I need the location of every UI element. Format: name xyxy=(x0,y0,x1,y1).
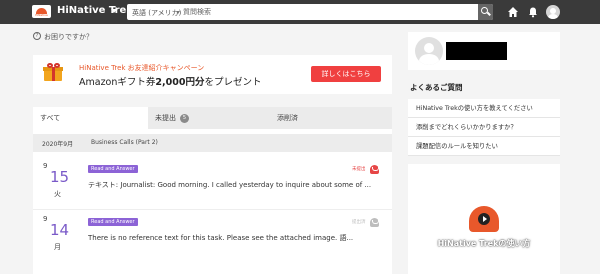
home-icon[interactable] xyxy=(507,6,519,18)
status-label: 提出済 xyxy=(352,220,366,225)
brand-dropdown-icon[interactable] xyxy=(111,9,117,13)
faq-heading: よくあるご質問 xyxy=(410,83,463,92)
item-month: 9 xyxy=(43,162,48,170)
faq-item[interactable]: HiNative Trekの使い方を教えてください xyxy=(408,99,560,118)
status-label: 未提出 xyxy=(352,167,366,172)
banner-subtitle: Amazonギフト券2,000円分をプレゼント xyxy=(79,77,262,88)
search-bar: 英語 (アメリカ) xyxy=(127,4,493,20)
gift-icon xyxy=(43,63,63,81)
tutorial-video[interactable]: HiNative Trekの使い方 xyxy=(408,164,560,274)
task-tabs: すべて 未提出 5 添削済 xyxy=(33,107,392,129)
item-weekday: 火 xyxy=(54,190,61,198)
unsubmitted-count-badge: 5 xyxy=(180,114,189,123)
faq-list: HiNative Trekの使い方を教えてください 添削までどれくらいかかります… xyxy=(408,99,560,156)
item-day: 14 xyxy=(50,221,70,239)
task-item[interactable]: 9 15 火 Read and Answer テキスト: Journalist:… xyxy=(33,159,392,206)
status-icon xyxy=(370,218,379,227)
redacted-username xyxy=(446,42,507,60)
chevron-down-icon[interactable] xyxy=(176,11,180,14)
divider xyxy=(33,209,392,210)
task-item[interactable]: 9 14 月 Read and Answer There is no refer… xyxy=(33,212,392,259)
item-day: 15 xyxy=(50,168,70,186)
play-icon[interactable] xyxy=(469,206,499,234)
month-header: 2020年9月 Business Calls (Part 2) xyxy=(33,134,392,152)
faq-item[interactable]: 課題配信のルールを知りたい xyxy=(408,137,560,156)
tab-corrected[interactable]: 添削済 xyxy=(270,107,392,129)
month-label: 2020年9月 xyxy=(42,141,74,148)
brand-name[interactable]: HiNative Trek xyxy=(57,5,133,16)
course-title: Business Calls (Part 2) xyxy=(91,139,158,146)
tab-all[interactable]: すべて xyxy=(33,107,148,129)
faq-item[interactable]: 添削までどれくらいかかりますか？ xyxy=(408,118,560,137)
user-avatar[interactable] xyxy=(546,5,560,19)
help-link[interactable]: お困りですか？ xyxy=(44,32,93,42)
profile-card xyxy=(408,32,560,70)
task-type-badge: Read and Answer xyxy=(88,218,138,226)
task-list: 2020年9月 Business Calls (Part 2) 9 15 火 R… xyxy=(33,129,392,274)
task-text[interactable]: テキスト: Journalist: Good morning. I called… xyxy=(88,180,373,190)
details-button[interactable]: 詳しくはこちら xyxy=(311,66,381,82)
item-month: 9 xyxy=(43,215,48,223)
search-button[interactable] xyxy=(478,4,493,20)
top-bar: HiNative HiNative Trek 英語 (アメリカ) xyxy=(0,0,600,24)
campaign-banner: HiNative Trek お友達紹介キャンペーン Amazonギフト券2,00… xyxy=(33,55,392,94)
tab-unsubmitted[interactable]: 未提出 5 xyxy=(148,107,270,129)
video-title: HiNative Trekの使い方 xyxy=(437,239,531,248)
profile-avatar[interactable] xyxy=(415,37,443,65)
item-weekday: 月 xyxy=(54,243,61,251)
help-icon[interactable]: ? xyxy=(33,32,41,40)
language-select[interactable]: 英語 (アメリカ) xyxy=(132,8,181,18)
banner-title: HiNative Trek お友達紹介キャンペーン xyxy=(79,64,205,72)
status-icon xyxy=(370,165,379,174)
logo-text: HiNative xyxy=(35,13,48,17)
hinative-logo[interactable]: HiNative xyxy=(32,5,51,18)
task-type-badge: Read and Answer xyxy=(88,165,138,173)
bell-icon[interactable] xyxy=(527,6,539,18)
task-text[interactable]: There is no reference text for this task… xyxy=(88,233,373,243)
search-input[interactable] xyxy=(183,5,463,19)
